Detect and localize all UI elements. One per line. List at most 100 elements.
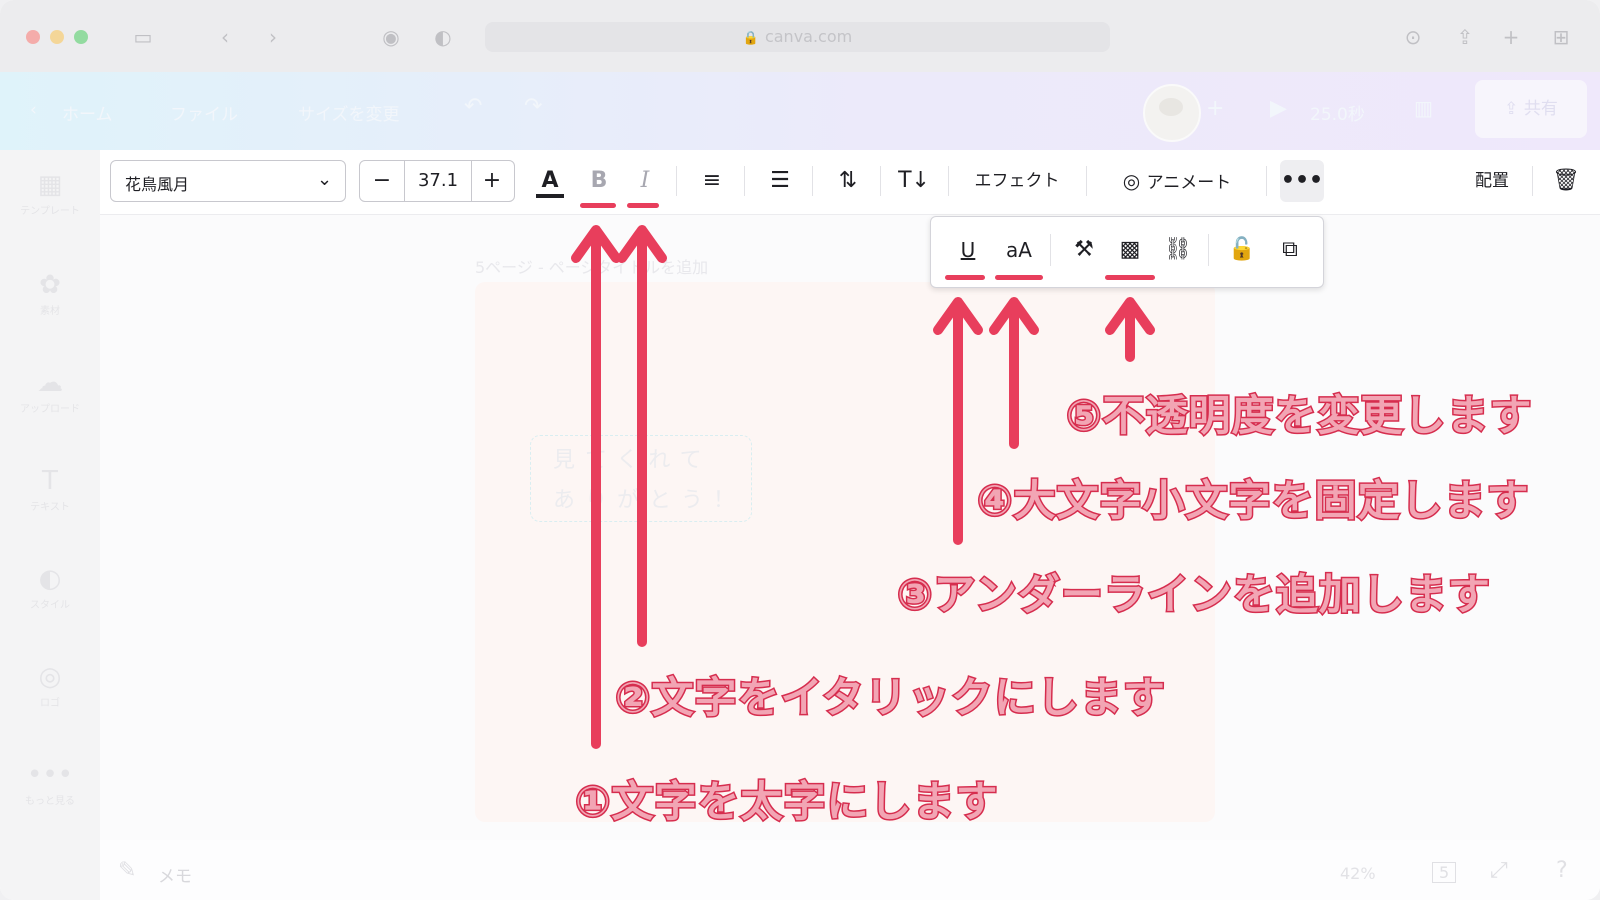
font-size-input[interactable]: 37.1 bbox=[404, 161, 472, 201]
decrease-size-button[interactable]: − bbox=[360, 161, 404, 201]
toolbar-divider bbox=[744, 166, 745, 196]
more-button[interactable]: ••• bbox=[1280, 160, 1324, 202]
color-swatch-bar bbox=[536, 194, 564, 198]
file-menu[interactable]: ファイル bbox=[170, 100, 238, 125]
padlock-icon: 🔓 bbox=[1228, 237, 1256, 262]
duplicate-icon: ⧉ bbox=[1282, 237, 1298, 262]
back-icon[interactable]: ‹ bbox=[210, 22, 240, 52]
sidebar-item-logos[interactable]: ◎ ロゴ bbox=[0, 660, 100, 709]
link-icon: ⛓ bbox=[1164, 237, 1192, 262]
home-link[interactable]: ホーム bbox=[62, 100, 113, 125]
selected-text-box[interactable]: 見てくれて ありがとう！ bbox=[530, 435, 752, 522]
new-tab-icon[interactable]: + bbox=[1496, 22, 1526, 52]
toolbar-divider bbox=[1266, 166, 1267, 196]
page-title[interactable]: 5ページ - ページタイトルを追加 bbox=[475, 254, 708, 278]
text-line-1: 見てくれて bbox=[553, 448, 712, 473]
lock-button[interactable]: 🔓 bbox=[1222, 228, 1262, 272]
palette-icon: ◐ bbox=[38, 564, 62, 594]
memo-label[interactable]: メモ bbox=[158, 862, 192, 887]
bold-button[interactable]: B bbox=[580, 160, 618, 202]
sidebar-item-templates[interactable]: ▦ テンプレート bbox=[0, 168, 100, 217]
privacy-icon[interactable]: ◉ bbox=[376, 22, 406, 52]
undo-icon[interactable]: ↶ bbox=[464, 94, 482, 119]
add-member-icon[interactable]: + bbox=[1206, 96, 1224, 121]
align-button[interactable]: ≡ bbox=[692, 160, 732, 202]
maximize-window-button[interactable] bbox=[74, 30, 88, 44]
font-name: 花鳥風月 bbox=[125, 175, 190, 194]
vertical-text-button[interactable]: T↓ bbox=[894, 160, 934, 202]
resize-menu[interactable]: サイズを変更 bbox=[298, 100, 400, 125]
panel-divider bbox=[1208, 234, 1209, 266]
browser-window: ▭ ‹ › ◉ ◐ 🔒 canva.com ⊙ ⇪ + ⊞ ‹ ホーム ファイル … bbox=[0, 0, 1600, 900]
animate-button[interactable]: ◎ アニメート bbox=[1102, 160, 1252, 202]
italic-button[interactable]: I bbox=[626, 160, 664, 202]
animate-icon: ◎ bbox=[1122, 169, 1147, 193]
sidebar-item-elements[interactable]: ✿ 素材 bbox=[0, 268, 100, 317]
spacing-button[interactable]: ⇅ bbox=[828, 160, 868, 202]
avatar[interactable] bbox=[1143, 84, 1201, 142]
text-icon: T bbox=[42, 466, 58, 496]
play-icon[interactable]: ▶ bbox=[1270, 96, 1287, 121]
left-sidebar: ▦ テンプレート ✿ 素材 ☁ アップロード T テキスト ◐ スタイル ◎ ロゴ ••• も… bbox=[0, 150, 100, 900]
sidebar-item-label: テキスト bbox=[30, 502, 70, 513]
sidebar-item-uploads[interactable]: ☁ アップロード bbox=[0, 366, 100, 415]
insights-icon[interactable]: ▥ bbox=[1414, 96, 1433, 120]
list-button[interactable]: ☰ bbox=[760, 160, 800, 202]
line-spacing-icon: ⇅ bbox=[838, 168, 858, 193]
letter-case-icon: aA bbox=[1006, 238, 1032, 262]
panel-divider bbox=[1050, 234, 1051, 266]
minimize-window-button[interactable] bbox=[50, 30, 64, 44]
increase-size-button[interactable]: + bbox=[470, 161, 514, 201]
text-line-2: ありがとう！ bbox=[553, 488, 746, 513]
text-color-button[interactable]: A bbox=[530, 160, 570, 202]
close-window-button[interactable] bbox=[26, 30, 40, 44]
transparency-button[interactable]: ▩ bbox=[1110, 228, 1150, 272]
copy-style-button[interactable]: ⚒ bbox=[1064, 228, 1104, 272]
bold-highlight-underline bbox=[580, 203, 616, 208]
back-chevron-icon[interactable]: ‹ bbox=[30, 100, 37, 120]
sidebar-item-label: もっと見る bbox=[25, 796, 75, 807]
sidebar-item-label: ロゴ bbox=[40, 698, 60, 709]
font-select[interactable]: 花鳥風月 ⌄ bbox=[110, 160, 346, 202]
underline-button[interactable]: U bbox=[948, 228, 988, 272]
align-center-icon: ≡ bbox=[702, 168, 722, 193]
delete-button[interactable]: 🗑 bbox=[1546, 160, 1586, 202]
sidebar-item-more[interactable]: ••• もっと見る bbox=[0, 758, 100, 807]
duration-label[interactable]: 25.0秒 bbox=[1310, 100, 1365, 125]
position-button[interactable]: 配置 bbox=[1462, 160, 1522, 202]
page-count[interactable]: 5 bbox=[1432, 862, 1457, 883]
annotation-5: ⑤不透明度を変更します bbox=[1065, 390, 1534, 442]
toolbar-divider bbox=[676, 166, 677, 196]
effects-button[interactable]: エフェクト bbox=[962, 160, 1072, 202]
chevron-down-icon: ⌄ bbox=[317, 169, 333, 190]
elements-icon: ✿ bbox=[39, 270, 61, 300]
duplicate-button[interactable]: ⧉ bbox=[1270, 228, 1310, 272]
share-button[interactable]: ⇪ 共有 bbox=[1475, 80, 1587, 138]
toolbar-divider bbox=[1532, 166, 1533, 196]
link-button[interactable]: ⛓ bbox=[1158, 228, 1198, 272]
download-icon[interactable]: ⊙ bbox=[1398, 22, 1428, 52]
browser-chrome: ▭ ‹ › ◉ ◐ 🔒 canva.com ⊙ ⇪ + ⊞ bbox=[0, 0, 1600, 73]
text-direction-icon: T↓ bbox=[898, 168, 930, 193]
sidebar-item-label: 素材 bbox=[40, 306, 60, 317]
fullscreen-icon[interactable]: ⤢ bbox=[1490, 858, 1508, 883]
upload-cloud-icon: ☁ bbox=[37, 368, 63, 398]
redo-icon[interactable]: ↷ bbox=[524, 94, 542, 119]
letter-case-button[interactable]: aA bbox=[997, 228, 1041, 272]
shield-icon[interactable]: ◐ bbox=[428, 22, 458, 52]
share-sheet-icon[interactable]: ⇪ bbox=[1450, 22, 1480, 52]
design-page[interactable] bbox=[475, 282, 1215, 822]
address-bar[interactable]: 🔒 canva.com bbox=[485, 22, 1110, 52]
help-icon[interactable]: ? bbox=[1556, 858, 1568, 883]
forward-icon[interactable]: › bbox=[258, 22, 288, 52]
sidebar-item-styles[interactable]: ◐ スタイル bbox=[0, 562, 100, 611]
notes-icon[interactable]: ✎ bbox=[118, 858, 136, 883]
sidebar-toggle-icon[interactable]: ▭ bbox=[128, 22, 158, 52]
sidebar-item-label: テンプレート bbox=[20, 206, 80, 217]
font-size-stepper[interactable]: − 37.1 + bbox=[359, 160, 515, 202]
upload-icon: ⇪ bbox=[1504, 99, 1524, 119]
underline-highlight-underline bbox=[945, 275, 985, 280]
zoom-level[interactable]: 42% bbox=[1340, 864, 1376, 883]
sidebar-item-text[interactable]: T テキスト bbox=[0, 464, 100, 513]
tab-overview-icon[interactable]: ⊞ bbox=[1546, 22, 1576, 52]
